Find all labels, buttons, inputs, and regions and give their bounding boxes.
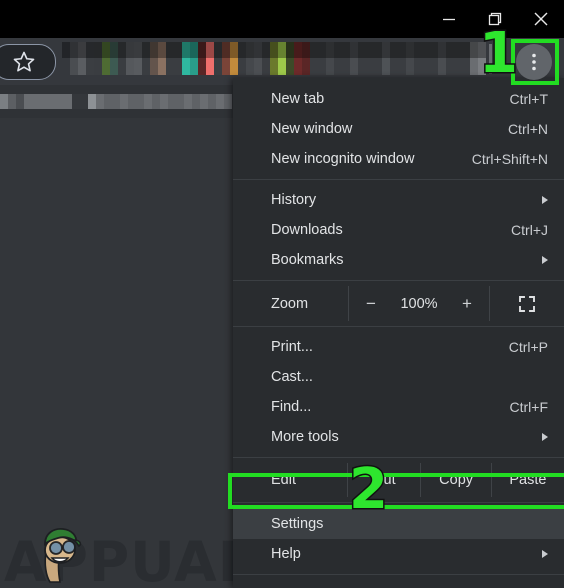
menu-item-new-window[interactable]: New window Ctrl+N (233, 114, 564, 144)
menu-item-new-tab[interactable]: New tab Ctrl+T (233, 84, 564, 114)
menu-item-history[interactable]: History (233, 185, 564, 215)
menu-item-shortcut: Ctrl+J (511, 222, 548, 238)
menu-item-exit[interactable]: Exit (233, 580, 564, 588)
menu-item-label: History (271, 192, 317, 208)
menu-separator (233, 179, 564, 180)
menu-item-label: Cast... (271, 369, 313, 385)
menu-item-bookmarks[interactable]: Bookmarks (233, 245, 564, 275)
menu-separator (233, 326, 564, 327)
menu-separator (233, 574, 564, 575)
menu-item-downloads[interactable]: Downloads Ctrl+J (233, 215, 564, 245)
chevron-right-icon (542, 550, 548, 558)
zoom-label: Zoom (271, 295, 309, 312)
zoom-controls: − 100% + (348, 286, 490, 321)
menu-item-cast[interactable]: Cast... (233, 362, 564, 392)
menu-item-find[interactable]: Find... Ctrl+F (233, 392, 564, 422)
chevron-right-icon (542, 433, 548, 441)
zoom-level-value: 100% (400, 295, 438, 312)
zoom-in-button[interactable]: + (460, 294, 474, 314)
chevron-right-icon (542, 256, 548, 264)
menu-item-label: Find... (271, 399, 312, 415)
minimize-button[interactable] (426, 0, 472, 38)
annotation-box-menu-button (511, 39, 559, 85)
annotation-number-1: 1 (478, 24, 520, 83)
chrome-main-menu: New tab Ctrl+T New window Ctrl+N New inc… (233, 78, 564, 588)
menu-item-label: Help (271, 546, 301, 562)
menu-separator (233, 280, 564, 281)
annotation-number-2-text: 2 (348, 457, 390, 522)
menu-item-label: Bookmarks (271, 252, 344, 268)
minimize-icon (443, 18, 455, 21)
menu-item-more-tools[interactable]: More tools (233, 422, 564, 452)
fullscreen-button[interactable] (490, 294, 564, 314)
menu-item-label: Settings (271, 515, 324, 532)
menu-item-label: More tools (271, 429, 339, 445)
close-button[interactable] (518, 0, 564, 38)
close-icon (534, 12, 548, 26)
browser-window: APPUALS wsxdn.com New tab Ctrl+T New win… (0, 0, 564, 588)
menu-item-shortcut: Ctrl+T (509, 91, 549, 107)
menu-item-label: Downloads (271, 222, 343, 238)
menu-item-shortcut: Ctrl+N (507, 121, 548, 137)
bookmark-star-button[interactable] (0, 44, 56, 80)
menu-item-label: Print... (271, 339, 313, 355)
menu-item-label: New incognito window (271, 151, 415, 167)
menu-row-zoom: Zoom − 100% + (233, 286, 564, 321)
menu-item-print[interactable]: Print... Ctrl+P (233, 332, 564, 362)
chevron-right-icon (542, 196, 548, 204)
menu-item-shortcut: Ctrl+F (509, 399, 549, 415)
zoom-out-button[interactable]: − (364, 294, 378, 314)
menu-item-shortcut: Ctrl+P (508, 339, 548, 355)
annotation-number-1-text: 1 (478, 21, 520, 86)
annotation-box-settings (228, 473, 564, 509)
menu-item-new-incognito-window[interactable]: New incognito window Ctrl+Shift+N (233, 144, 564, 174)
star-icon (13, 51, 35, 72)
menu-item-shortcut: Ctrl+Shift+N (471, 151, 548, 167)
annotation-number-2: 2 (348, 460, 390, 519)
menu-item-help[interactable]: Help (233, 539, 564, 569)
menu-item-settings[interactable]: Settings (233, 508, 564, 539)
menu-item-label: New window (271, 121, 353, 137)
fullscreen-icon (519, 295, 535, 312)
menu-item-label: New tab (271, 91, 325, 107)
menu-separator (233, 457, 564, 458)
